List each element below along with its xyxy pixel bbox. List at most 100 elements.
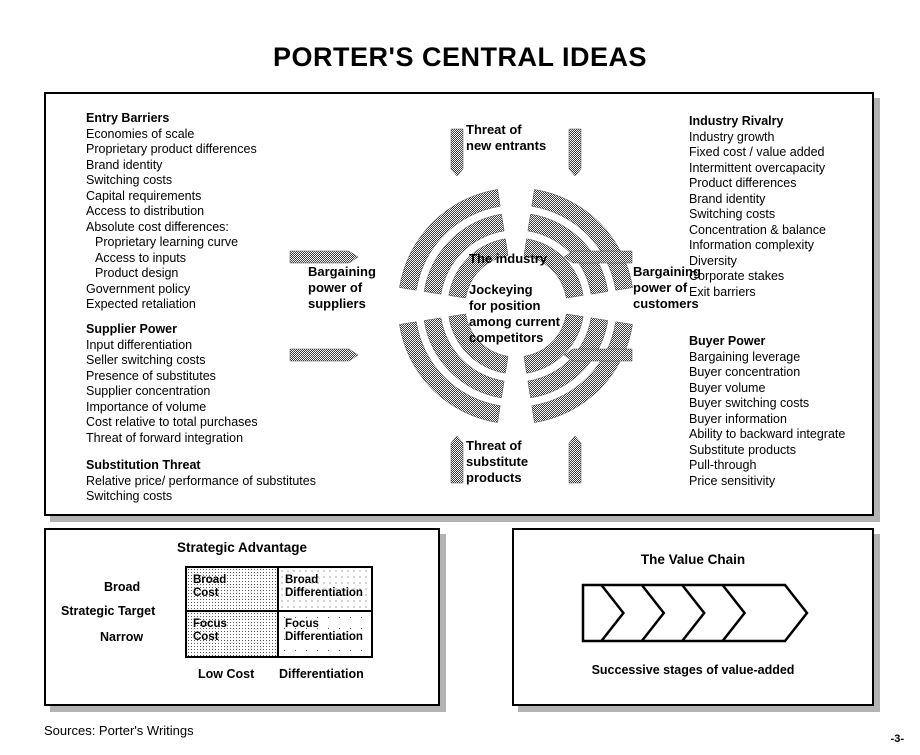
centre-line1: Jockeying	[469, 282, 533, 297]
list-item: Switching costs	[86, 173, 173, 187]
matrix-col-label-low-cost: Low Cost	[198, 667, 255, 681]
list-item: Importance of volume	[86, 399, 207, 414]
industry-rivalry-heading: Industry Rivalry	[689, 114, 784, 128]
cell-line1: Broad	[193, 574, 227, 586]
suppliers-line1: Bargaining	[308, 264, 376, 279]
force-arrow-new-entrants-left	[450, 128, 464, 177]
value-chain-title: The Value Chain	[640, 552, 746, 567]
value-chain-graphic	[580, 582, 810, 649]
sources-text: Sources: Porter's Writings	[44, 723, 194, 738]
matrix-title: Strategic Advantage	[176, 540, 308, 555]
customers-line1: Bargaining	[633, 264, 701, 279]
list-item: Buyer information	[689, 411, 787, 426]
page-title: PORTER'S CENTRAL IDEAS	[273, 42, 647, 72]
centre-line4: competitors	[469, 330, 544, 345]
new-entrants-line1: Threat of	[466, 122, 522, 137]
value-chain-arrow-shape	[581, 583, 809, 643]
five-forces-panel: Entry Barriers Economies of scale Proprie…	[44, 92, 874, 516]
buyer-power-block: Buyer Power Bargaining leverage Buyer con…	[689, 334, 845, 489]
cell-line2: Differentiation	[285, 587, 363, 599]
cell-line2: Cost	[193, 587, 219, 599]
threat-of-substitute-products-label: Threat of substitute products	[466, 438, 528, 486]
list-item: Input differentiation	[86, 337, 193, 352]
supplier-power-block: Supplier Power Input differentiation Sell…	[86, 322, 258, 446]
list-item: Cost relative to total purchases	[86, 415, 258, 429]
value-chain-svg	[581, 583, 809, 643]
list-item: Buyer concentration	[689, 365, 801, 379]
list-item: Expected retaliation	[86, 297, 196, 311]
list-item: Economies of scale	[86, 126, 195, 141]
substitute-line3: products	[466, 470, 522, 485]
industry-centre-heading: The industry	[469, 251, 548, 266]
list-item: Product design	[95, 266, 179, 280]
wheel-arc-ring1-q1	[531, 189, 633, 291]
entry-barriers-heading: Entry Barriers	[86, 111, 170, 125]
new-entrants-line2: new entrants	[466, 138, 547, 153]
customers-line3: customers	[633, 296, 699, 311]
matrix-col-label-differentiation: Differentiation	[279, 667, 364, 681]
list-item: Absolute cost differences:	[86, 219, 229, 234]
force-arrow-suppliers-top	[289, 250, 359, 264]
list-item: Concentration & balance	[689, 222, 826, 237]
list-item: Buyer volume	[689, 380, 766, 395]
supplier-power-list: Input differentiation Seller switching co…	[86, 338, 258, 447]
list-item: Access to distribution	[86, 204, 205, 218]
matrix-row-label-broad: Broad	[104, 580, 141, 594]
cell-line2: Cost	[193, 631, 219, 643]
list-item: Capital requirements	[86, 188, 202, 203]
bargaining-power-customers-label: Bargaining power of customers	[633, 264, 701, 312]
list-item: Government policy	[86, 281, 191, 296]
list-item: Exit barriers	[689, 284, 756, 299]
cell-line1: Broad	[285, 574, 319, 586]
force-arrow-customers-bottom	[563, 348, 633, 362]
matrix-row-label-narrow: Narrow	[100, 630, 144, 644]
list-item: Ability to backward integrate	[689, 427, 846, 441]
list-item: Buyer switching costs	[689, 396, 810, 410]
page-number: -3-	[890, 733, 904, 745]
list-item: Brand identity	[689, 191, 766, 206]
matrix-cell-focus-cost[interactable]: Focus Cost	[187, 612, 279, 656]
value-chain-caption: Successive stages of value-added	[591, 663, 795, 677]
industry-centre-body: Jockeying for position among current com…	[469, 282, 560, 346]
strategic-advantage-grid: Broad Cost Broad Differentiation Focus C…	[185, 566, 373, 658]
industry-rivalry-list: Industry growth Fixed cost / value added I…	[689, 130, 826, 301]
force-arrow-new-entrants-right	[568, 128, 582, 177]
list-item: Intermittent overcapacity	[689, 160, 826, 175]
list-item: Proprietary product differences	[86, 142, 257, 156]
substitute-line1: Threat of	[466, 438, 522, 453]
centre-line3: among current	[469, 314, 561, 329]
force-arrow-customers-top	[563, 250, 633, 264]
substitute-line2: substitute	[466, 454, 529, 469]
force-arrow-suppliers-bottom	[289, 348, 359, 362]
buyer-power-heading: Buyer Power	[689, 334, 766, 348]
industry-rivalry-block: Industry Rivalry Industry growth Fixed co…	[689, 114, 826, 300]
force-arrow-substitutes-right	[568, 435, 582, 484]
list-item: Proprietary learning curve	[95, 235, 239, 249]
cell-line2: Differentiation	[285, 631, 363, 643]
matrix-axis-label-strategic-target: Strategic Target	[61, 604, 156, 618]
threat-of-new-entrants-label: Threat of new entrants	[466, 122, 546, 154]
list-item: Pull-through	[689, 458, 757, 472]
wheel-arc-ring1-q4	[399, 189, 501, 291]
matrix-cell-focus-differentiation[interactable]: Focus Differentiation	[279, 612, 371, 656]
centre-line2: for position	[469, 298, 541, 313]
list-item: Corporate stakes	[689, 269, 785, 283]
list-item: Access to inputs	[95, 250, 187, 265]
list-item: Information complexity	[689, 238, 815, 252]
suppliers-line2: power of	[308, 280, 363, 295]
customers-line2: power of	[633, 280, 688, 295]
cell-line1: Focus	[193, 618, 227, 630]
list-item: Diversity	[689, 253, 737, 268]
value-chain-panel: The Value Chain Successive stages of val…	[512, 528, 874, 706]
list-item: Substitute products	[689, 442, 797, 457]
matrix-cell-broad-differentiation[interactable]: Broad Differentiation	[279, 568, 371, 612]
suppliers-line3: suppliers	[308, 296, 366, 311]
list-item: Industry growth	[689, 129, 775, 144]
five-forces-wheel-diagram: Threat of new entrants Threat of substit…	[270, 105, 701, 507]
list-item: Brand identity	[86, 157, 163, 172]
value-chain-outline	[581, 583, 809, 643]
matrix-cell-broad-cost[interactable]: Broad Cost	[187, 568, 279, 612]
list-item: Switching costs	[689, 207, 776, 221]
list-item: Price sensitivity	[689, 473, 776, 488]
bargaining-power-suppliers-label: Bargaining power of suppliers	[308, 264, 376, 312]
